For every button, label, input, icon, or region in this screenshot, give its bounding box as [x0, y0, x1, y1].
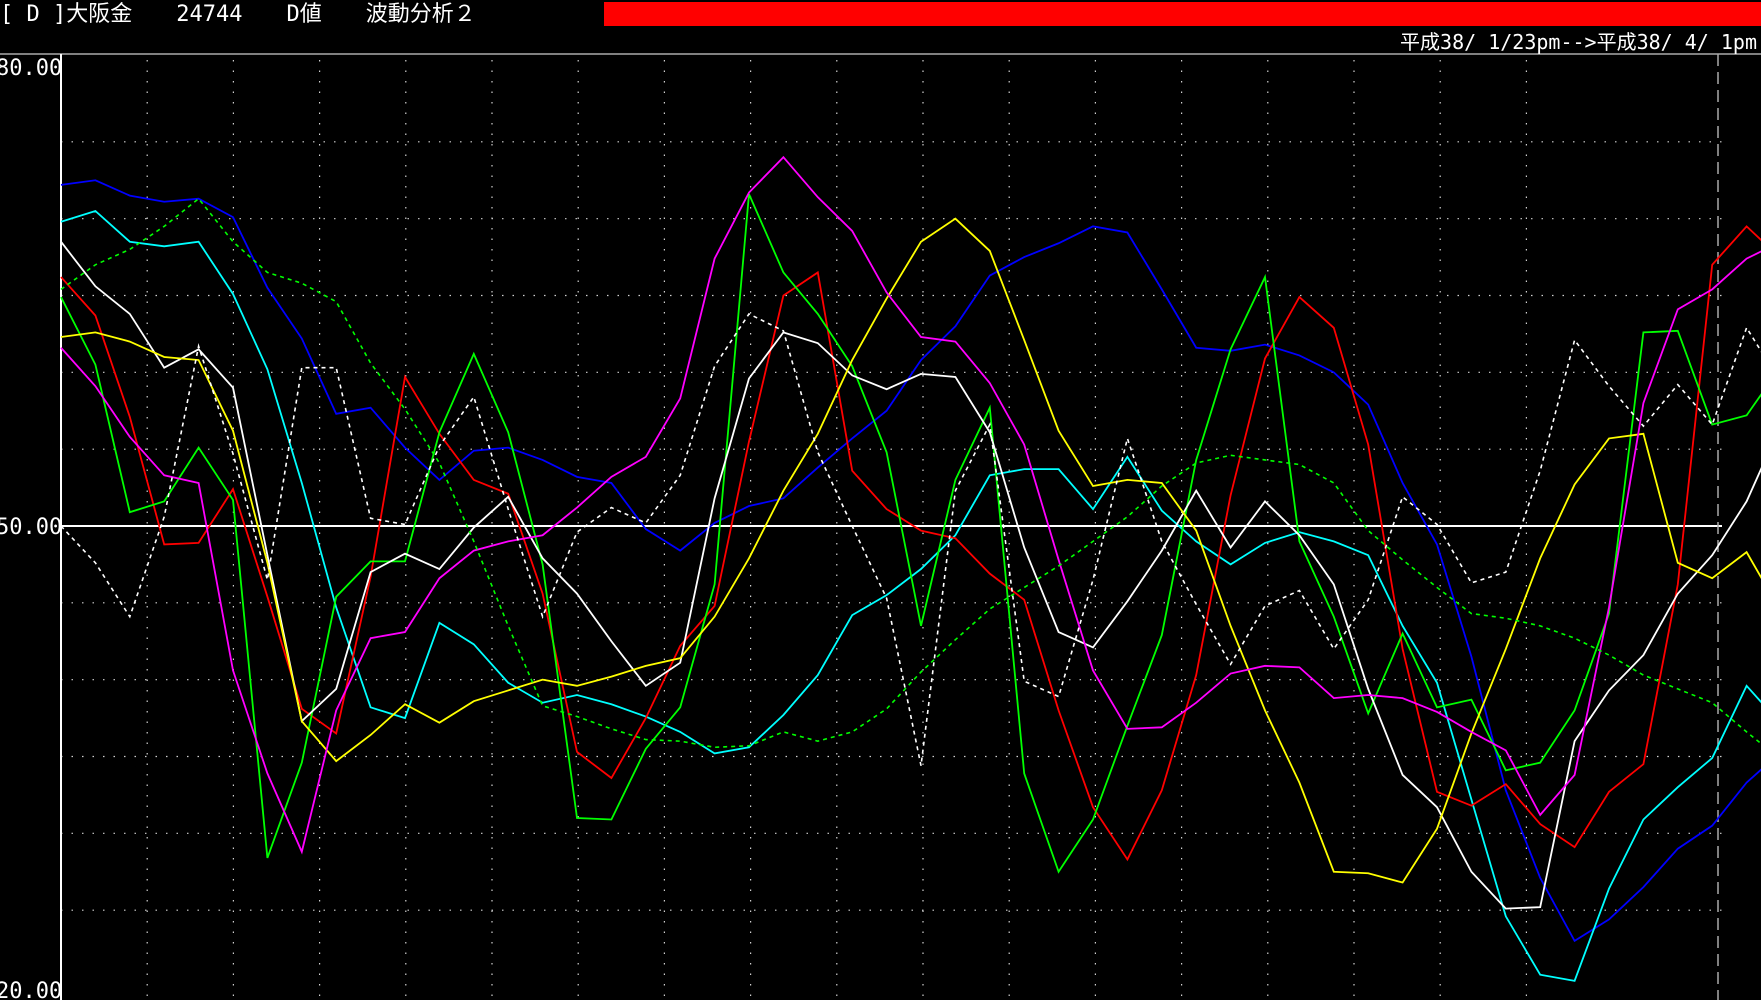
- axes: [0, 53, 1761, 1000]
- series-line: [60, 225, 1761, 862]
- y-tick-label: 80.00: [0, 56, 62, 81]
- series-lines: [60, 155, 1761, 982]
- series-line: [60, 179, 1761, 943]
- series-line: [60, 197, 1761, 749]
- series-line: [60, 155, 1761, 855]
- y-tick-label: 50.00: [0, 515, 62, 540]
- series-line: [60, 209, 1761, 982]
- grid-lines: [61, 60, 1722, 1000]
- y-tick-label: 20.00: [0, 979, 62, 1000]
- series-line: [60, 217, 1761, 884]
- line-chart: 80.00 50.00 20.00: [0, 53, 1761, 1000]
- y-axis-labels: 80.00 50.00 20.00: [0, 56, 62, 1000]
